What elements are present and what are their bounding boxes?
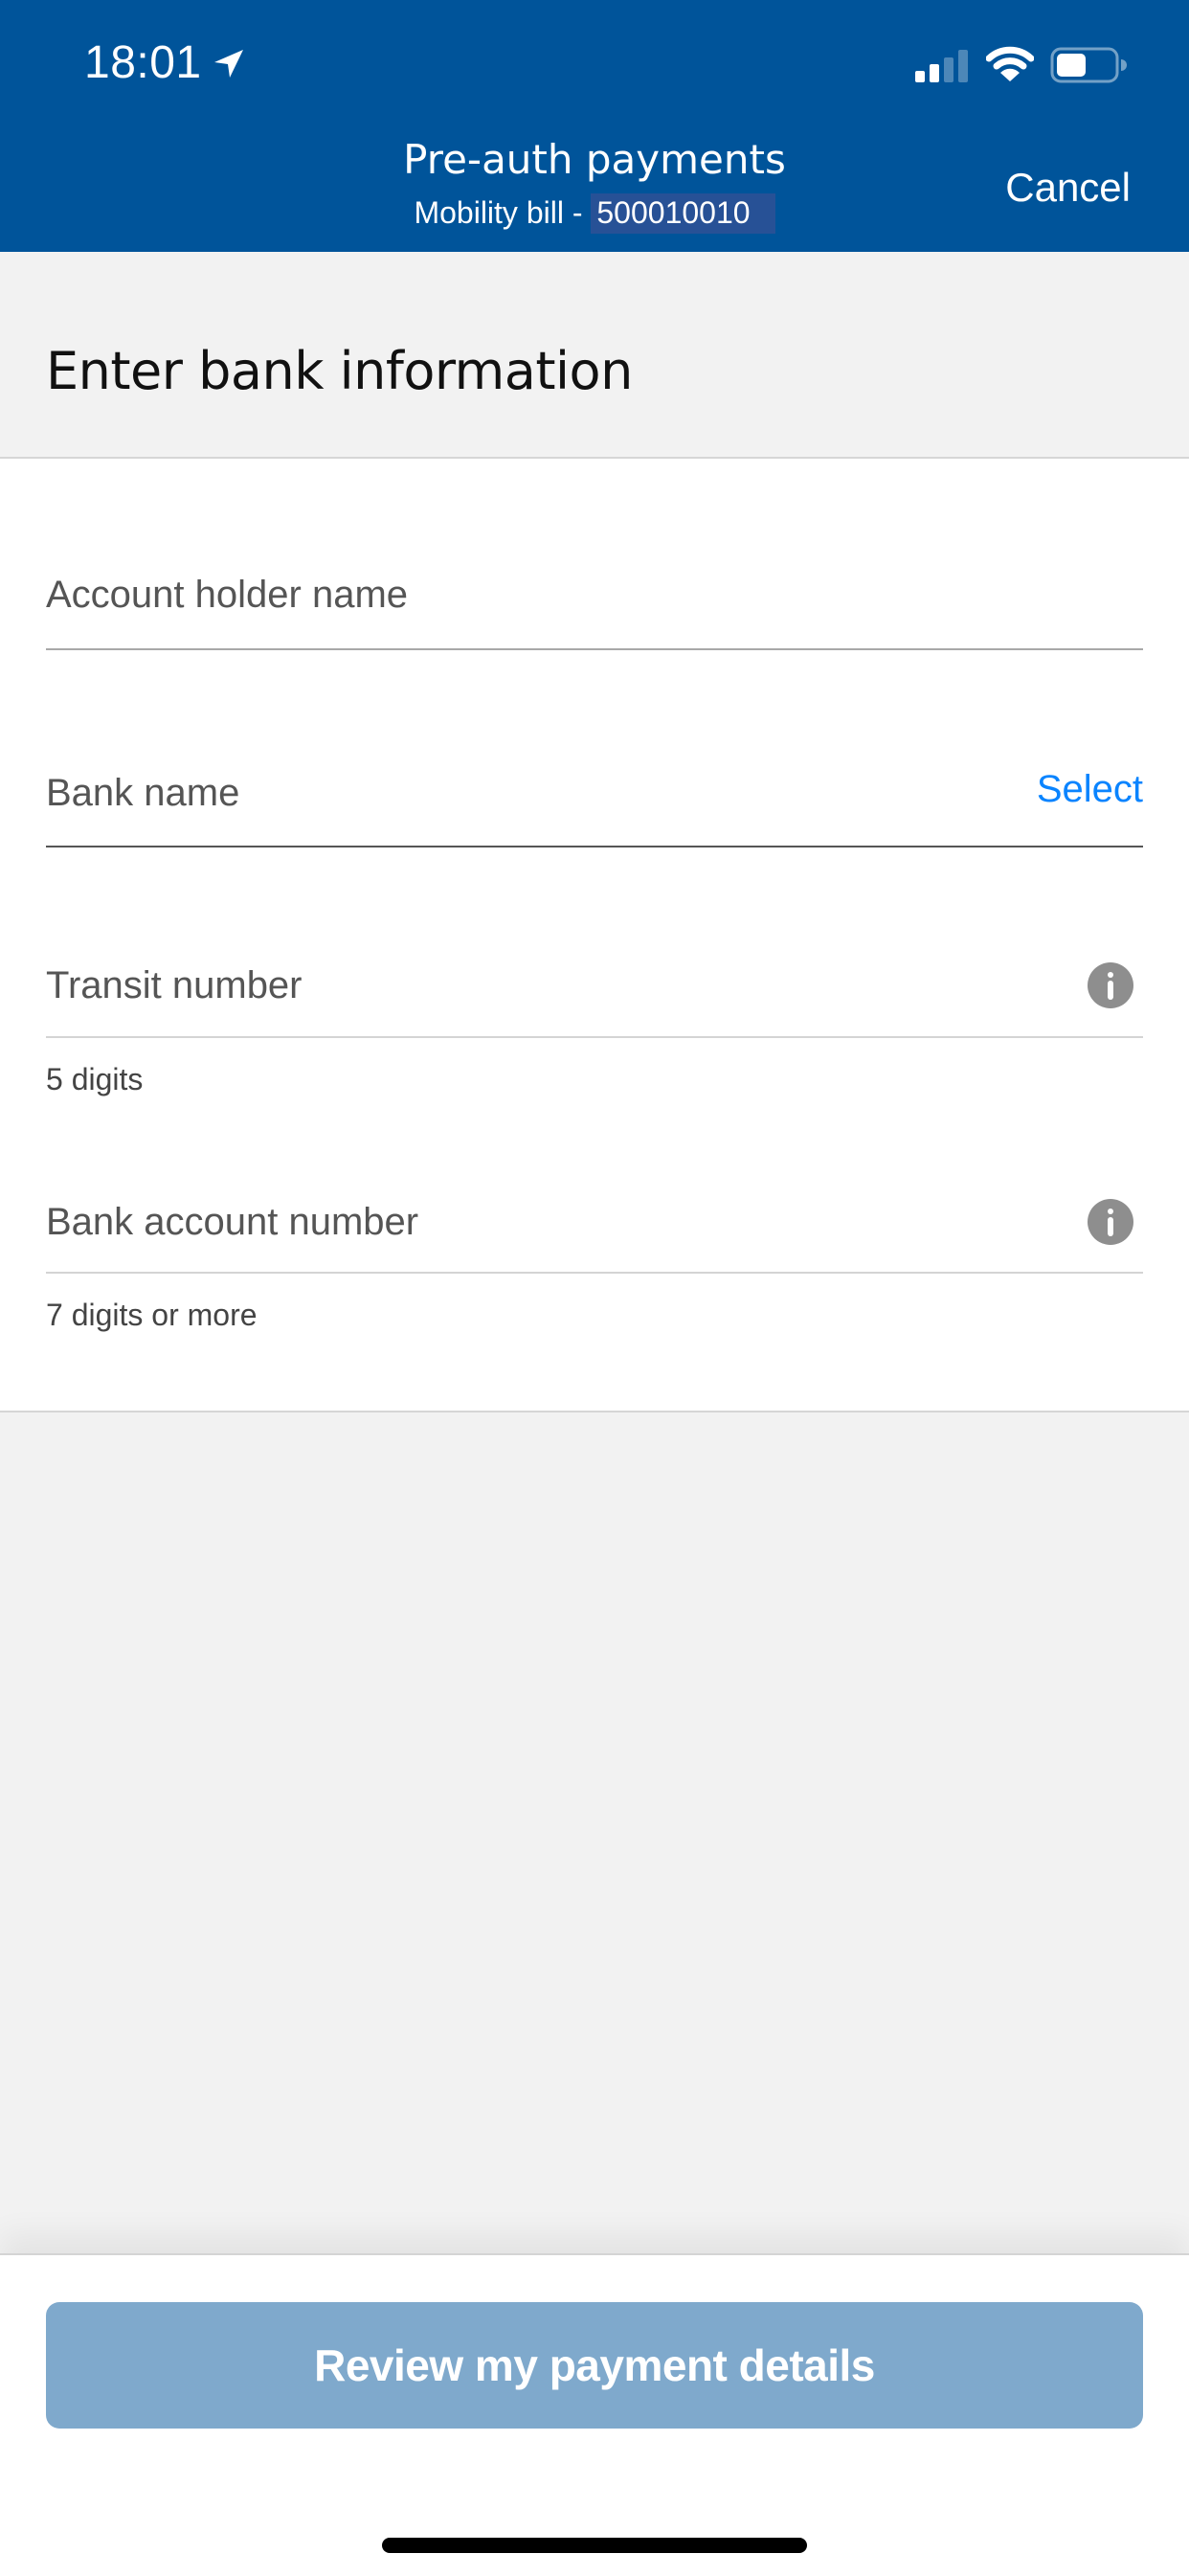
app-header: 18:01 Pre-auth payments Mobility bill - … [0,0,1189,252]
bank-account-number-field[interactable]: Bank account number 7 digits or more [46,1199,1143,1335]
status-time: 18:01 [84,37,202,88]
bank-name-label: Bank name [46,772,240,814]
transit-number-label: Transit number [46,964,303,1006]
account-number-info-icon[interactable] [1088,1199,1133,1245]
transit-helper-text: 5 digits [46,1062,144,1096]
field-underline [46,648,1143,650]
bank-info-form: Account holder name Bank name Select Tra… [0,459,1189,1412]
account-holder-name-label: Account holder name [46,574,409,616]
field-underline [46,1272,1143,1274]
account-number: 500010010 [591,193,775,234]
cancel-button[interactable]: Cancel [1005,165,1131,211]
home-indicator[interactable] [382,2538,807,2553]
battery-icon [1050,47,1127,83]
bottom-action-bar: Review my payment details [0,2253,1189,2576]
account-number-helper-text: 7 digits or more [46,1298,258,1332]
wifi-icon [986,46,1034,81]
bank-account-number-label: Bank account number [46,1201,419,1243]
review-payment-details-button[interactable]: Review my payment details [46,2302,1143,2429]
bank-name-field[interactable]: Bank name Select [46,768,1143,848]
bank-select-link[interactable]: Select [1037,768,1143,811]
location-arrow-icon [214,50,243,78]
section-title: Enter bank information [46,341,633,401]
transit-number-field[interactable]: Transit number 5 digits [46,962,1143,1098]
field-underline [46,1036,1143,1038]
cellular-signal-icon [915,50,968,82]
account-holder-name-field[interactable]: Account holder name [46,574,1143,650]
transit-info-icon[interactable] [1088,962,1133,1008]
field-underline [46,846,1143,847]
bill-type-label: Mobility bill - [414,195,592,230]
